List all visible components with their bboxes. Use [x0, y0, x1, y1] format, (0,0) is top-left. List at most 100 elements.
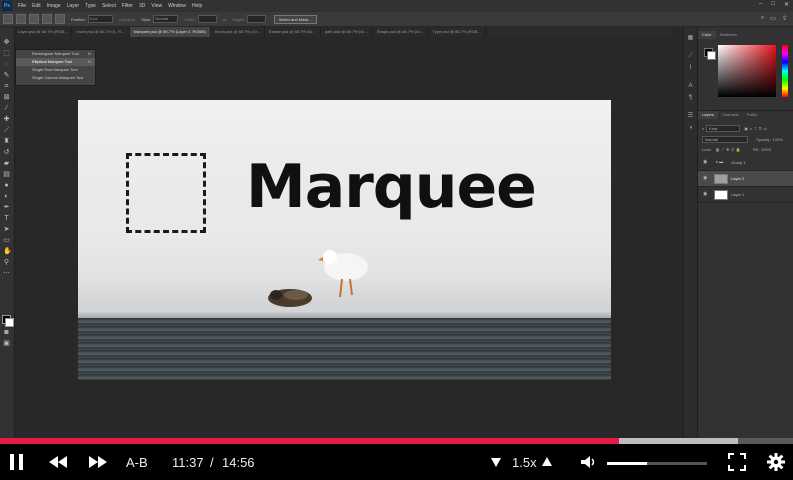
dodge-tool-icon[interactable]: ◐ — [3, 193, 10, 200]
eraser-tool-icon[interactable]: ▰ — [3, 160, 10, 167]
menu-type[interactable]: Type — [85, 3, 96, 9]
zoom-tool-icon[interactable]: ⚲ — [3, 259, 10, 266]
new-selection-icon[interactable] — [16, 14, 26, 24]
opacity-value[interactable]: 100% — [773, 137, 783, 142]
settings-button[interactable] — [767, 444, 785, 480]
tab-move-psd[interactable]: move.psd @ 66.7% (L. R... — [72, 27, 130, 37]
subtract-selection-icon[interactable] — [42, 14, 52, 24]
pause-button[interactable] — [8, 444, 26, 480]
workspace-icon[interactable]: ▭ — [770, 15, 776, 22]
fill-value[interactable]: 100% — [761, 147, 771, 152]
path-selection-tool-icon[interactable]: ➤ — [3, 226, 10, 233]
flyout-single-row-marquee[interactable]: Single Row Marquee Tool — [16, 66, 95, 74]
kind-select[interactable]: Kind — [706, 124, 741, 132]
eyedropper-tool-icon[interactable]: ⁄ — [3, 105, 10, 112]
brush-tool-icon[interactable]: ⟋ — [3, 127, 10, 134]
brush-presets-icon[interactable]: ⌇ — [687, 65, 694, 72]
lasso-tool-icon[interactable]: ◌ — [3, 61, 10, 68]
menu-3d[interactable]: 3D — [139, 3, 145, 9]
more-tools-icon[interactable]: ⋯ — [3, 270, 10, 277]
antialias-checkbox[interactable]: Anti-alias — [119, 17, 135, 22]
intersect-selection-icon[interactable] — [55, 14, 65, 24]
background-color-swatch[interactable] — [5, 318, 14, 327]
swap-icon[interactable]: ⇄ — [223, 17, 226, 22]
quick-mask-icon[interactable]: ◙ — [3, 329, 10, 336]
tab-path-psd[interactable]: path.psd @ 66.7% (Gr... — [321, 27, 373, 37]
menu-help[interactable]: Help — [192, 3, 202, 9]
menu-select[interactable]: Select — [102, 3, 116, 9]
filter-icons[interactable]: ▣◐T⌗▭ — [744, 126, 769, 131]
tab-brush-psd[interactable]: brush.psd @ 66.7% (Gr... — [211, 27, 266, 37]
menu-image[interactable]: Image — [47, 3, 61, 9]
flyout-rectangular-marquee[interactable]: Rectangular Marquee Tool M — [16, 50, 95, 58]
tab-eraser-psd[interactable]: Eraser.psd @ 66.7% (Gr... — [265, 27, 321, 37]
marquee-tool-icon[interactable]: ⬚ — [3, 50, 10, 57]
menu-filter[interactable]: Filter — [122, 3, 133, 9]
close-icon[interactable]: ✕ — [784, 1, 789, 8]
clone-stamp-tool-icon[interactable]: ♜ — [3, 138, 10, 145]
adjustments-panel-icon[interactable]: ◑ — [687, 125, 694, 132]
add-selection-icon[interactable] — [29, 14, 39, 24]
tab-layers[interactable]: Layers — [698, 111, 719, 119]
history-brush-tool-icon[interactable]: ↺ — [3, 149, 10, 156]
layer-row-layer-1[interactable]: ◉ Layer 1 — [698, 187, 793, 203]
tab-marquee-psd[interactable]: Marquee.psd @ 66.7% (Layer 2, RGB/8) — [129, 27, 211, 37]
rewind-button[interactable] — [48, 444, 68, 480]
tab-swatches[interactable]: Swatches — [716, 31, 741, 39]
quick-select-tool-icon[interactable]: ✎ — [3, 72, 10, 79]
history-panel-icon[interactable]: ▦ — [687, 35, 694, 42]
panel-background-swatch[interactable] — [707, 51, 716, 60]
fullscreen-button[interactable] — [728, 444, 746, 480]
tab-layer-psd[interactable]: Layer.psd @ 66.7% (RGB... — [14, 27, 73, 37]
marquee-preset-icon[interactable] — [3, 14, 13, 24]
gradient-tool-icon[interactable]: ▤ — [3, 171, 10, 178]
hand-tool-icon[interactable]: ✋ — [3, 248, 12, 255]
tab-color[interactable]: Color — [698, 31, 716, 39]
menu-edit[interactable]: Edit — [32, 3, 41, 9]
forward-button[interactable] — [88, 444, 108, 480]
share-icon[interactable]: ⇪ — [782, 15, 787, 22]
menu-view[interactable]: View — [151, 3, 162, 9]
healing-brush-tool-icon[interactable]: ✚ — [3, 116, 10, 123]
layer-row-layer-2[interactable]: ◉ Layer 2 — [698, 171, 793, 187]
paragraph-panel-icon[interactable]: ¶ — [687, 95, 694, 102]
width-input[interactable] — [197, 15, 217, 23]
blur-tool-icon[interactable]: ● — [3, 182, 10, 189]
visibility-eye-icon[interactable]: ◉ — [703, 159, 707, 165]
tab-shape-psd[interactable]: Shape.psd @ 66.7% (Gr... — [373, 27, 429, 37]
visibility-eye-icon[interactable]: ◉ — [703, 191, 707, 197]
character-panel-icon[interactable]: A — [687, 83, 694, 90]
ab-repeat-button[interactable]: A-B — [126, 444, 148, 480]
tab-paths[interactable]: Paths — [743, 111, 761, 119]
flyout-single-column-marquee[interactable]: Single Column Marquee Tool — [16, 74, 95, 82]
crop-tool-icon[interactable]: ⌗ — [3, 83, 10, 90]
search-icon[interactable]: ⌕ — [761, 15, 764, 22]
move-tool-icon[interactable]: ✥ — [3, 39, 10, 46]
tab-channels[interactable]: Channels — [718, 111, 743, 119]
select-and-mask-button[interactable]: Select and Mask... — [273, 14, 317, 24]
menu-window[interactable]: Window — [168, 3, 186, 9]
menu-layer[interactable]: Layer — [67, 3, 80, 9]
pen-tool-icon[interactable]: ✒ — [3, 204, 10, 211]
blend-mode-select[interactable]: Normal — [702, 135, 748, 143]
feather-input[interactable]: 0 px — [87, 15, 113, 23]
height-input[interactable] — [246, 15, 266, 23]
style-select[interactable]: Normal — [153, 15, 179, 23]
frame-tool-icon[interactable]: ⊠ — [3, 94, 10, 101]
menu-file[interactable]: File — [18, 3, 26, 9]
type-tool-icon[interactable]: T — [3, 215, 10, 222]
properties-panel-icon[interactable]: ☰ — [687, 113, 694, 120]
tab-type-psd[interactable]: Type.psd @ 66.7% (RGB... — [429, 27, 486, 37]
screen-mode-icon[interactable]: ▣ — [3, 340, 10, 347]
mute-button[interactable] — [580, 444, 596, 480]
volume-slider[interactable] — [607, 462, 707, 465]
speed-down-button[interactable] — [490, 444, 502, 480]
layer-row-group-1[interactable]: ◉ ▸ ▬ Group 1 — [698, 155, 793, 171]
document-canvas[interactable]: Marquee — [78, 100, 611, 380]
rectangle-tool-icon[interactable]: ▭ — [3, 237, 10, 244]
color-picker-field[interactable] — [718, 45, 776, 97]
speed-up-button[interactable] — [541, 444, 553, 480]
visibility-eye-icon[interactable]: ◉ — [703, 175, 707, 181]
flyout-elliptical-marquee[interactable]: Elliptical Marquee Tool M — [16, 58, 95, 66]
minimize-icon[interactable]: – — [759, 1, 762, 8]
